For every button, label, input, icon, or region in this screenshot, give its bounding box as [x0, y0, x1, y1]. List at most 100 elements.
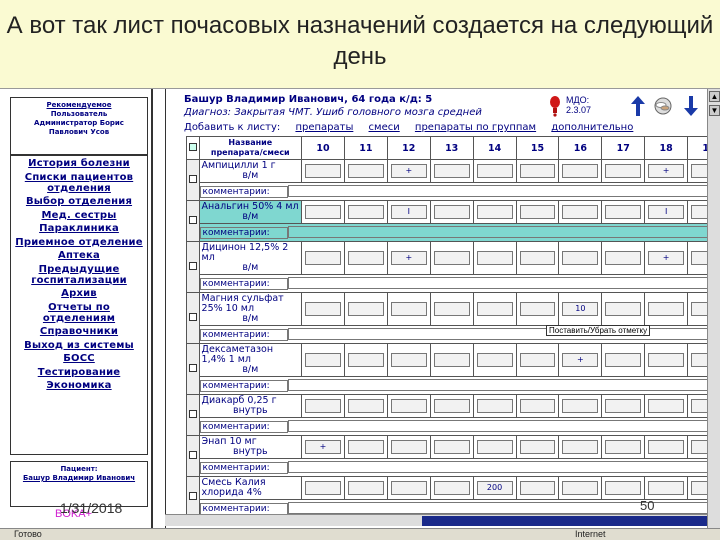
day-mark[interactable]: [347, 164, 384, 178]
day-cell[interactable]: [644, 343, 689, 377]
day-mark[interactable]: [305, 481, 341, 495]
day-mark[interactable]: I: [390, 205, 427, 219]
row-checkbox[interactable]: [186, 343, 200, 395]
add-extra-link[interactable]: дополнительно: [551, 122, 633, 133]
day-mark[interactable]: [305, 164, 341, 178]
day-mark[interactable]: [433, 205, 470, 219]
day-cell[interactable]: [601, 292, 646, 326]
drug-name-cell[interactable]: Диакарб 0,25 г внутрь: [198, 394, 303, 418]
day-mark[interactable]: [347, 353, 384, 367]
day-cell[interactable]: +: [558, 343, 603, 377]
row-checkbox[interactable]: [186, 200, 200, 242]
scroll-up-icon[interactable]: ▲: [709, 91, 720, 102]
nav-item-previous-stays[interactable]: Предыдущие госпитализации: [13, 263, 145, 287]
day-cell[interactable]: [515, 343, 560, 377]
day-mark[interactable]: [305, 302, 341, 316]
day-cell[interactable]: +: [301, 435, 345, 459]
nav-item-economics[interactable]: Экономика: [13, 380, 145, 394]
day-cell[interactable]: [601, 343, 646, 377]
horizontal-scrollbar[interactable]: [165, 514, 707, 526]
nav-item-boss[interactable]: БОСС: [13, 353, 145, 367]
day-cell[interactable]: [472, 159, 517, 183]
day-cell[interactable]: [343, 241, 388, 275]
add-drugs-link[interactable]: препараты: [295, 122, 353, 133]
day-mark[interactable]: [305, 205, 341, 219]
day-cell[interactable]: [429, 241, 474, 275]
scroll-down-icon[interactable]: ▼: [709, 105, 720, 116]
day-mark[interactable]: [433, 440, 470, 454]
day-cell[interactable]: [472, 394, 517, 418]
day-cell[interactable]: [343, 159, 388, 183]
day-mark[interactable]: [476, 440, 513, 454]
day-mark[interactable]: [519, 302, 556, 316]
day-cell[interactable]: [601, 476, 646, 500]
day-mark[interactable]: +: [390, 251, 427, 265]
day-mark[interactable]: [476, 399, 513, 413]
day-cell[interactable]: [644, 394, 689, 418]
day-cell[interactable]: [558, 435, 603, 459]
nav-item-nurses[interactable]: Мед. сестры: [13, 209, 145, 223]
nav-item-logout[interactable]: Выход из системы: [13, 339, 145, 353]
day-mark[interactable]: [433, 353, 470, 367]
day-cell[interactable]: [301, 241, 345, 275]
comment-input[interactable]: [287, 379, 720, 392]
pills-icon[interactable]: [652, 97, 674, 115]
day-cell[interactable]: [343, 435, 388, 459]
add-mixtures-link[interactable]: смеси: [369, 122, 400, 133]
day-cell[interactable]: [558, 159, 603, 183]
day-mark[interactable]: [347, 481, 384, 495]
day-cell[interactable]: [301, 200, 345, 224]
comment-input[interactable]: [287, 461, 720, 474]
day-mark[interactable]: [476, 205, 513, 219]
alert-lamp-icon[interactable]: [549, 95, 561, 117]
day-mark[interactable]: [562, 440, 599, 454]
day-mark[interactable]: [476, 302, 513, 316]
day-mark[interactable]: [347, 251, 384, 265]
day-mark[interactable]: [433, 251, 470, 265]
day-cell[interactable]: [558, 241, 603, 275]
drug-name-cell[interactable]: Анальгин 50% 4 мл в/м: [198, 200, 303, 224]
drug-name-cell[interactable]: Магния сульфат 25% 10 мл в/м: [198, 292, 303, 326]
day-mark[interactable]: [390, 399, 427, 413]
day-mark[interactable]: [605, 205, 642, 219]
day-cell[interactable]: [386, 435, 431, 459]
comment-input[interactable]: [287, 185, 720, 198]
day-mark[interactable]: [605, 440, 642, 454]
day-mark[interactable]: [347, 205, 384, 219]
drug-name-cell[interactable]: Энап 10 мг внутрь: [198, 435, 303, 459]
day-mark[interactable]: [648, 481, 685, 495]
day-mark[interactable]: +: [648, 251, 685, 265]
day-mark[interactable]: [648, 399, 685, 413]
day-cell[interactable]: [601, 435, 646, 459]
day-mark[interactable]: [305, 251, 341, 265]
day-cell[interactable]: [386, 292, 431, 326]
day-cell[interactable]: [429, 200, 474, 224]
day-cell[interactable]: [515, 159, 560, 183]
day-mark[interactable]: [562, 481, 599, 495]
day-cell[interactable]: [558, 394, 603, 418]
row-checkbox[interactable]: [186, 435, 200, 477]
add-by-group-link[interactable]: препараты по группам: [415, 122, 536, 133]
day-mark[interactable]: [648, 353, 685, 367]
day-cell[interactable]: [558, 476, 603, 500]
day-mark[interactable]: [390, 302, 427, 316]
day-cell[interactable]: [301, 159, 345, 183]
day-cell[interactable]: [644, 292, 689, 326]
select-all-checkbox[interactable]: [186, 136, 200, 160]
day-mark[interactable]: [519, 399, 556, 413]
day-cell[interactable]: [301, 394, 345, 418]
day-mark[interactable]: 200: [476, 481, 513, 495]
day-cell[interactable]: [343, 476, 388, 500]
day-mark[interactable]: [347, 302, 384, 316]
day-mark[interactable]: [476, 251, 513, 265]
day-mark[interactable]: [305, 399, 341, 413]
day-cell[interactable]: [515, 241, 560, 275]
day-mark[interactable]: [562, 251, 599, 265]
day-cell[interactable]: [386, 476, 431, 500]
day-cell[interactable]: [386, 343, 431, 377]
day-cell[interactable]: [515, 476, 560, 500]
day-mark[interactable]: [648, 302, 685, 316]
day-cell[interactable]: [601, 159, 646, 183]
day-mark[interactable]: [605, 251, 642, 265]
comment-input[interactable]: [287, 277, 720, 290]
